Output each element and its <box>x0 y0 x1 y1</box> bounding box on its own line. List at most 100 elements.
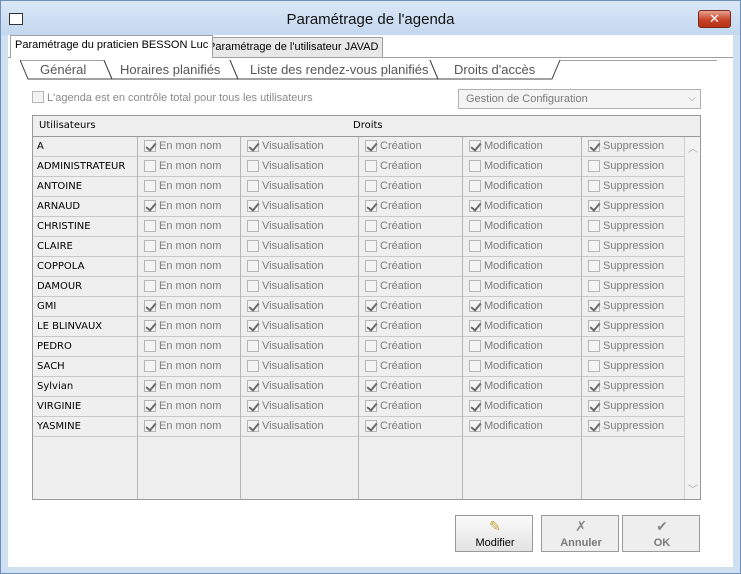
cell-en-mon-nom[interactable]: En mon nom <box>137 297 240 317</box>
cell-modification[interactable]: Modification <box>462 337 581 357</box>
checkbox-visualisation[interactable] <box>247 420 259 433</box>
checkbox-modification[interactable] <box>469 340 481 353</box>
checkbox-creation[interactable] <box>365 280 377 293</box>
checkbox-en-mon-nom[interactable] <box>144 180 156 193</box>
cell-creation[interactable]: Création <box>358 237 462 257</box>
tab-droits[interactable]: Droits d'accès <box>454 62 535 77</box>
checkbox-en-mon-nom[interactable] <box>144 260 156 273</box>
cell-en-mon-nom[interactable]: En mon nom <box>137 277 240 297</box>
cell-creation[interactable]: Création <box>358 417 462 437</box>
checkbox-suppression[interactable] <box>588 260 600 273</box>
checkbox-creation[interactable] <box>365 380 377 393</box>
checkbox-suppression[interactable] <box>588 220 600 233</box>
checkbox-visualisation[interactable] <box>247 320 259 333</box>
cell-en-mon-nom[interactable]: En mon nom <box>137 317 240 337</box>
checkbox-suppression[interactable] <box>588 360 600 373</box>
modify-button[interactable]: ✎ Modifier <box>455 515 533 552</box>
checkbox-creation[interactable] <box>365 160 377 173</box>
checkbox-en-mon-nom[interactable] <box>144 300 156 313</box>
cell-suppression[interactable]: Suppression <box>581 297 684 317</box>
tab-utilisateur[interactable]: Paramétrage de l'utilisateur JAVAD <box>203 37 384 57</box>
cell-suppression[interactable]: Suppression <box>581 397 684 417</box>
checkbox-modification[interactable] <box>469 400 481 413</box>
checkbox-modification[interactable] <box>469 200 481 213</box>
checkbox-suppression[interactable] <box>588 380 600 393</box>
cell-creation[interactable]: Création <box>358 357 462 377</box>
checkbox-visualisation[interactable] <box>247 400 259 413</box>
ok-button[interactable]: ✔ OK <box>622 515 700 552</box>
checkbox-creation[interactable] <box>365 240 377 253</box>
checkbox-modification[interactable] <box>469 380 481 393</box>
cell-en-mon-nom[interactable]: En mon nom <box>137 137 240 157</box>
cell-creation[interactable]: Création <box>358 277 462 297</box>
cell-creation[interactable]: Création <box>358 177 462 197</box>
cell-suppression[interactable]: Suppression <box>581 277 684 297</box>
cell-suppression[interactable]: Suppression <box>581 177 684 197</box>
cell-modification[interactable]: Modification <box>462 217 581 237</box>
checkbox-modification[interactable] <box>469 220 481 233</box>
cell-en-mon-nom[interactable]: En mon nom <box>137 217 240 237</box>
checkbox-suppression[interactable] <box>588 240 600 253</box>
close-button[interactable]: ✕ <box>698 10 731 28</box>
cell-en-mon-nom[interactable]: En mon nom <box>137 337 240 357</box>
chevron-down-icon[interactable]: ⌵ <box>684 90 700 108</box>
checkbox-en-mon-nom[interactable] <box>144 240 156 253</box>
cell-visualisation[interactable]: Visualisation <box>240 197 358 217</box>
cell-visualisation[interactable]: Visualisation <box>240 377 358 397</box>
checkbox-suppression[interactable] <box>588 180 600 193</box>
cell-suppression[interactable]: Suppression <box>581 357 684 377</box>
checkbox-suppression[interactable] <box>588 400 600 413</box>
checkbox-en-mon-nom[interactable] <box>144 200 156 213</box>
cell-creation[interactable]: Création <box>358 297 462 317</box>
cell-en-mon-nom[interactable]: En mon nom <box>137 397 240 417</box>
cell-suppression[interactable]: Suppression <box>581 257 684 277</box>
checkbox-visualisation[interactable] <box>247 140 259 153</box>
cell-visualisation[interactable]: Visualisation <box>240 337 358 357</box>
cell-creation[interactable]: Création <box>358 197 462 217</box>
checkbox-en-mon-nom[interactable] <box>144 320 156 333</box>
cell-visualisation[interactable]: Visualisation <box>240 277 358 297</box>
checkbox-en-mon-nom[interactable] <box>144 380 156 393</box>
cell-modification[interactable]: Modification <box>462 257 581 277</box>
checkbox-creation[interactable] <box>365 260 377 273</box>
cell-en-mon-nom[interactable]: En mon nom <box>137 357 240 377</box>
cell-suppression[interactable]: Suppression <box>581 317 684 337</box>
checkbox-visualisation[interactable] <box>247 360 259 373</box>
checkbox-visualisation[interactable] <box>247 240 259 253</box>
checkbox-modification[interactable] <box>469 280 481 293</box>
checkbox-en-mon-nom[interactable] <box>144 400 156 413</box>
cell-modification[interactable]: Modification <box>462 317 581 337</box>
checkbox-suppression[interactable] <box>588 320 600 333</box>
cell-visualisation[interactable]: Visualisation <box>240 257 358 277</box>
checkbox-suppression[interactable] <box>588 340 600 353</box>
checkbox-modification[interactable] <box>469 300 481 313</box>
cell-visualisation[interactable]: Visualisation <box>240 357 358 377</box>
checkbox-suppression[interactable] <box>588 420 600 433</box>
checkbox-suppression[interactable] <box>588 300 600 313</box>
cell-modification[interactable]: Modification <box>462 277 581 297</box>
checkbox-creation[interactable] <box>365 300 377 313</box>
checkbox-en-mon-nom[interactable] <box>144 220 156 233</box>
checkbox-en-mon-nom[interactable] <box>144 280 156 293</box>
tab-general[interactable]: Général <box>40 62 86 77</box>
cell-modification[interactable]: Modification <box>462 157 581 177</box>
cell-en-mon-nom[interactable]: En mon nom <box>137 177 240 197</box>
config-select[interactable]: Gestion de Configuration ⌵ <box>458 89 701 109</box>
cell-modification[interactable]: Modification <box>462 357 581 377</box>
cell-creation[interactable]: Création <box>358 397 462 417</box>
checkbox-creation[interactable] <box>365 220 377 233</box>
checkbox-visualisation[interactable] <box>247 260 259 273</box>
cell-modification[interactable]: Modification <box>462 297 581 317</box>
checkbox-creation[interactable] <box>365 360 377 373</box>
checkbox-en-mon-nom[interactable] <box>144 360 156 373</box>
checkbox-visualisation[interactable] <box>247 300 259 313</box>
title-bar[interactable]: Paramétrage de l'agenda ✕ <box>1 1 740 35</box>
cell-modification[interactable]: Modification <box>462 177 581 197</box>
cell-visualisation[interactable]: Visualisation <box>240 177 358 197</box>
checkbox-modification[interactable] <box>469 320 481 333</box>
checkbox-modification[interactable] <box>469 360 481 373</box>
checkbox-creation[interactable] <box>365 420 377 433</box>
checkbox-visualisation[interactable] <box>247 340 259 353</box>
cell-creation[interactable]: Création <box>358 317 462 337</box>
cell-suppression[interactable]: Suppression <box>581 337 684 357</box>
